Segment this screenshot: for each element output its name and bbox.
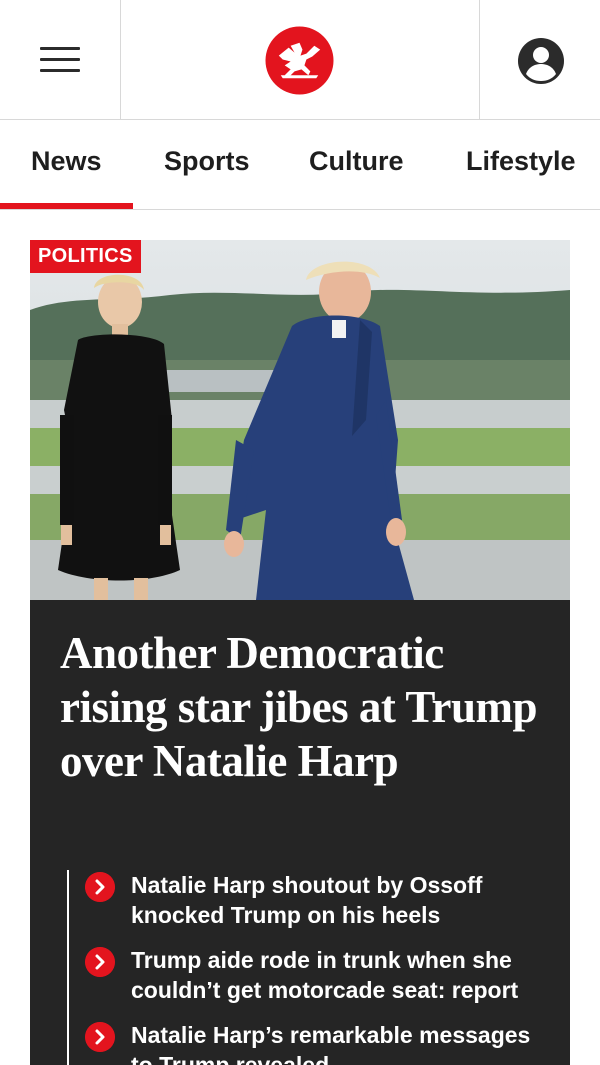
menu-cell[interactable] [0,0,121,119]
hamburger-menu-icon[interactable] [40,47,80,73]
related-link-title[interactable]: Natalie Harp shoutout by Ossoff knocked … [131,870,551,930]
lead-story-photo[interactable]: POLITICS [30,240,570,600]
story-image [30,240,570,600]
tab-sports[interactable]: Sports [164,146,250,177]
related-links: Natalie Harp shoutout by Ossoff knocked … [67,870,547,1065]
eagle-logo-icon[interactable] [265,26,334,95]
tab-culture[interactable]: Culture [309,146,404,177]
section-badge[interactable]: POLITICS [30,240,141,273]
account-cell[interactable] [479,0,600,119]
lead-headline[interactable]: Another Democratic rising star jibes at … [60,626,550,788]
section-nav: News Sports Culture Lifestyle [0,120,600,210]
related-link-title[interactable]: Trump aide rode in trunk when she couldn… [131,945,551,1005]
active-tab-indicator [0,203,133,209]
chevron-right-icon [85,1022,115,1052]
top-bar [0,0,600,120]
related-link-title[interactable]: Natalie Harp’s remarkable messages to Tr… [131,1020,551,1065]
lead-story-card[interactable]: POLITICS Another Democratic rising star … [30,240,570,1065]
tab-lifestyle[interactable]: Lifestyle [466,146,576,177]
chevron-right-icon [85,872,115,902]
chevron-right-icon [85,947,115,977]
user-account-icon[interactable] [517,37,565,85]
tab-news[interactable]: News [31,146,102,177]
